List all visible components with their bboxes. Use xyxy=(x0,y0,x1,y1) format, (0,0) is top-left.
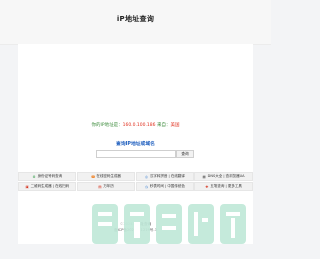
calendar-icon: ▤ xyxy=(98,184,102,189)
dns-icon: ▦ xyxy=(202,174,206,179)
phone-icon: ☎ xyxy=(90,174,96,179)
header: iP地址查询 xyxy=(0,0,271,45)
tool-label: 汉字转拼音 | 在线翻译 xyxy=(149,174,185,178)
tool-label: DNS大全 | 查浏览器UA xyxy=(207,174,245,178)
search-input[interactable] xyxy=(96,150,176,158)
tool-label: 二维码生成器 | 在线扫码 xyxy=(30,184,70,188)
tool-label: 身份证号码查询 xyxy=(37,174,63,178)
tools-icon: ✚ xyxy=(205,184,209,189)
watermark-logo xyxy=(92,204,246,244)
qrcode-icon: ▣ xyxy=(25,184,29,189)
gear-icon: ⚙ xyxy=(32,174,36,179)
page-title: iP地址查询 xyxy=(116,15,155,23)
search-button[interactable]: 查询 xyxy=(176,150,194,158)
tool-row-2: ▣ 二维码生成器 | 在线扫码 ▤ 万年历 ◷ 秒表时间 | 中国传统色 ✚ 五… xyxy=(18,182,253,192)
tool-link-wubi[interactable]: ✚ 五笔查询 | 更多工具 xyxy=(194,182,253,191)
tool-label: 秒表时间 | 中国传统色 xyxy=(149,184,185,188)
location-value: 美国 xyxy=(170,123,180,128)
location-label: 来自： xyxy=(156,123,171,128)
tool-link-dns[interactable]: ▦ DNS大全 | 查浏览器UA xyxy=(194,172,253,181)
ip-prefix: 你的IP地址是： xyxy=(91,123,123,128)
clock-icon: ◷ xyxy=(144,184,148,189)
tool-link-id-card[interactable]: ⚙ 身份证号码查询 xyxy=(18,172,77,181)
tool-label: 五笔查询 | 更多工具 xyxy=(210,184,242,188)
globe-icon: ◎ xyxy=(144,174,148,179)
tool-link-calendar[interactable]: ▤ 万年历 xyxy=(76,182,135,191)
tool-link-stopwatch[interactable]: ◷ 秒表时间 | 中国传统色 xyxy=(135,182,194,191)
tool-link-pinyin[interactable]: ◎ 汉字转拼音 | 在线翻译 xyxy=(135,172,194,181)
ip-address: 160.0.100.186 xyxy=(122,123,156,128)
tool-label: 万年历 xyxy=(103,184,114,188)
tool-link-qrcode[interactable]: ▣ 二维码生成器 | 在线扫码 xyxy=(18,182,77,191)
tool-links: ⚙ 身份证号码查询 ☎ 在线密码生成器 ◎ 汉字转拼音 | 在线翻译 ▦ DNS… xyxy=(18,172,253,192)
tool-label: 在线密码生成器 xyxy=(96,174,121,178)
search-label: 查询IP地址或域名 xyxy=(116,142,155,147)
ip-result: 你的IP地址是：160.0.100.186 来自：美国 xyxy=(18,122,253,128)
tool-row-1: ⚙ 身份证号码查询 ☎ 在线密码生成器 ◎ 汉字转拼音 | 在线翻译 ▦ DNS… xyxy=(18,172,253,182)
tool-link-password[interactable]: ☎ 在线密码生成器 xyxy=(76,172,135,181)
